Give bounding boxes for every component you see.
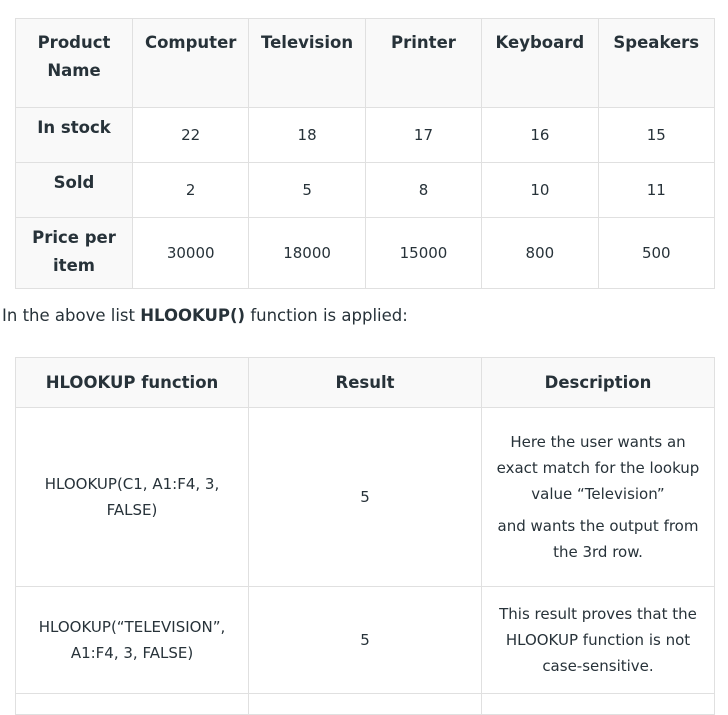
cell: 15: [597, 107, 716, 163]
row-label: Sold: [15, 162, 133, 218]
function-table: HLOOKUP function Result Description HLOO…: [15, 357, 715, 715]
cell: 18: [248, 107, 366, 163]
description-cell: [481, 693, 715, 715]
result-cell: [248, 693, 482, 715]
cell: 800: [481, 217, 599, 289]
row-label: Price per item: [15, 217, 133, 289]
cell: 18000: [248, 217, 366, 289]
cell: 500: [597, 217, 716, 289]
result-cell: 5: [248, 586, 482, 694]
function-table-header-row: HLOOKUP function Result Description: [15, 357, 715, 408]
product-table-header-row: Product Name Computer Television Printer…: [15, 18, 716, 108]
header-television: Television: [248, 18, 366, 108]
intro-paragraph: In the above list HLOOKUP() function is …: [2, 306, 408, 325]
header-product-name: Product Name: [15, 18, 133, 108]
header-result: Result: [248, 357, 482, 408]
table-row: HLOOKUP(“TELEVISION”, A1:F4, 3, FALSE) 5…: [15, 586, 715, 694]
description-cell: Here the user wants an exact match for t…: [481, 407, 715, 587]
cell: 15000: [364, 217, 483, 289]
header-description: Description: [481, 357, 715, 408]
header-speakers: Speakers: [597, 18, 716, 108]
cell: 5: [248, 162, 366, 218]
cell: 22: [131, 107, 250, 163]
intro-function-name: HLOOKUP(): [140, 306, 246, 325]
description-line: and wants the output from the 3rd row.: [497, 517, 699, 561]
result-cell: 5: [248, 407, 482, 587]
header-printer: Printer: [364, 18, 483, 108]
cell: 16: [481, 107, 599, 163]
description-line: This result proves that the HLOOKUP func…: [499, 605, 697, 675]
cell: 10: [481, 162, 599, 218]
cell: 17: [364, 107, 483, 163]
product-table: Product Name Computer Television Printer…: [15, 18, 716, 289]
description-cell: This result proves that the HLOOKUP func…: [481, 586, 715, 694]
description-line: Here the user wants an exact match for t…: [496, 433, 700, 503]
cell: 2: [131, 162, 250, 218]
intro-text-after: function is applied:: [245, 306, 408, 325]
cell: 11: [597, 162, 716, 218]
table-row: HLOOKUP(C1, A1:F4, 3, FALSE) 5 Here the …: [15, 407, 715, 587]
cell: 8: [364, 162, 483, 218]
intro-text-before: In the above list: [2, 306, 141, 325]
row-label: In stock: [15, 107, 133, 163]
table-row: In stock 22 18 17 16 15: [15, 107, 716, 163]
function-cell: HLOOKUP(C1, A1:F4, 3, FALSE): [15, 407, 249, 587]
cell: 30000: [131, 217, 250, 289]
function-cell: [15, 693, 249, 715]
table-row: [15, 693, 715, 715]
table-row: Sold 2 5 8 10 11: [15, 162, 716, 218]
header-computer: Computer: [131, 18, 250, 108]
header-hlookup-function: HLOOKUP function: [15, 357, 249, 408]
function-cell: HLOOKUP(“TELEVISION”, A1:F4, 3, FALSE): [15, 586, 249, 694]
table-row: Price per item 30000 18000 15000 800 500: [15, 217, 716, 289]
header-keyboard: Keyboard: [481, 18, 599, 108]
